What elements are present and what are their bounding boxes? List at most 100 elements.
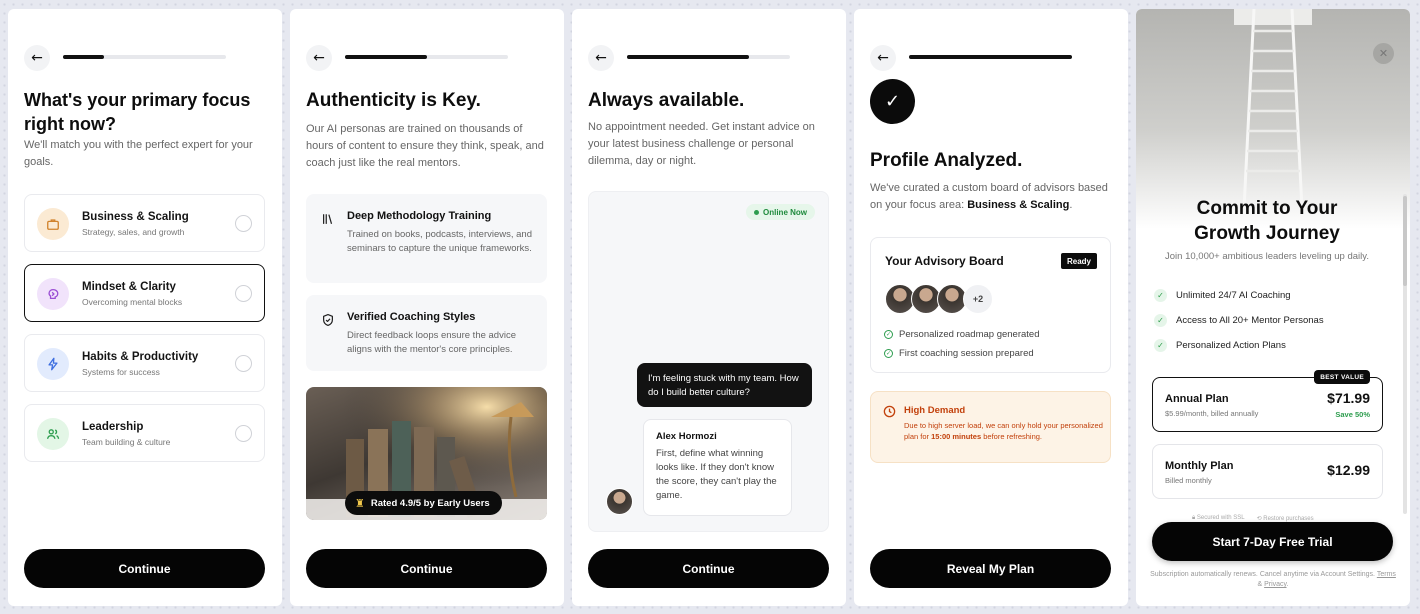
monthly-plan-option[interactable]: Monthly Plan Billed monthly $12.99 <box>1152 444 1383 499</box>
mentor-message-bubble: Alex Hormozi First, define what winning … <box>643 419 792 516</box>
legal-footer: Subscription automatically renews. Cance… <box>1150 571 1396 588</box>
terms-link[interactable]: Terms <box>1377 571 1396 578</box>
check-icon: ✓ <box>1154 339 1167 352</box>
page-title: What's your primary focus right now? <box>24 90 251 134</box>
continue-button[interactable]: Continue <box>588 549 829 588</box>
option-habits-productivity[interactable]: Habits & Productivity Systems for succes… <box>24 334 265 392</box>
reveal-plan-button[interactable]: Reveal My Plan <box>870 549 1111 588</box>
perk-item: ✓ Unlimited 24/7 AI Coaching <box>1154 289 1291 302</box>
check-circle-icon: ✓ <box>884 349 893 358</box>
profile-analyzed-screen: ← ✓ Profile Analyzed. We've curated a cu… <box>854 9 1128 606</box>
board-title: Your Advisory Board <box>885 254 1004 268</box>
alert-title: High Demand <box>904 405 966 416</box>
ready-badge: Ready <box>1060 253 1097 269</box>
perk-item: ✓ Access to All 20+ Mentor Personas <box>1154 314 1324 327</box>
option-business-scaling[interactable]: Business & Scaling Strategy, sales, and … <box>24 194 265 252</box>
plan-price: $12.99 <box>1327 462 1370 478</box>
check-icon: ✓ <box>1154 289 1167 302</box>
users-icon <box>37 418 69 450</box>
radio-button[interactable] <box>235 355 252 372</box>
continue-button[interactable]: Continue <box>24 549 265 588</box>
back-arrow-icon[interactable]: ← <box>588 45 614 71</box>
plan-price: $71.99 <box>1327 390 1370 406</box>
back-arrow-icon[interactable]: ← <box>24 45 50 71</box>
brain-icon <box>37 278 69 310</box>
option-title: Habits & Productivity <box>82 351 199 363</box>
back-arrow-icon[interactable]: ← <box>306 45 332 71</box>
rating-text: Rated 4.9/5 by Early Users <box>370 497 490 509</box>
annual-plan-option[interactable]: BEST VALUE Annual Plan $5.99/month, bill… <box>1152 370 1383 432</box>
page-subtitle: We've curated a custom board of advisors… <box>870 182 1108 211</box>
award-icon: ♜ <box>355 496 365 510</box>
option-title: Business & Scaling <box>82 211 189 223</box>
paywall-screen: ✕ Commit to Your Growth Journey Join 10,… <box>1136 9 1410 606</box>
radio-button[interactable] <box>235 285 252 302</box>
feature-title: Verified Coaching Styles <box>347 311 476 323</box>
status-badge: Online Now <box>746 204 815 220</box>
option-leadership[interactable]: Leadership Team building & culture <box>24 404 265 462</box>
save-label: Save 50% <box>1335 410 1370 419</box>
onboarding-authenticity-screen: ← Authenticity is Key. Our AI personas a… <box>290 9 564 606</box>
onboarding-focus-screen: ← What's your primary focus right now? W… <box>8 9 282 606</box>
option-mindset-clarity[interactable]: Mindset & Clarity Overcoming mental bloc… <box>24 264 265 322</box>
page-subtitle: No appointment needed. Get instant advic… <box>588 121 815 167</box>
library-icon <box>320 211 336 227</box>
option-desc: Team building & culture <box>82 437 171 447</box>
check-circle-icon: ✓ <box>884 330 893 339</box>
secure-label: 🔒︎ Secured with SSL <box>1192 515 1245 521</box>
option-title: Leadership <box>82 421 144 433</box>
mentor-avatar <box>606 488 633 515</box>
advisory-board-card: Your Advisory Board Ready +2 ✓ Personaliz… <box>870 237 1111 373</box>
checkmark-icon: ✓ <box>870 79 915 124</box>
back-arrow-icon[interactable]: ← <box>870 45 896 71</box>
chat-preview: Online Now I'm feeling stuck with my tea… <box>588 191 829 532</box>
radio-button[interactable] <box>235 425 252 442</box>
scrollbar[interactable] <box>1403 194 1407 514</box>
restore-purchases-link[interactable]: ⟲ Restore purchases <box>1257 515 1314 522</box>
progress-bar <box>909 55 1072 59</box>
checklist-item: ✓ Personalized roadmap generated <box>884 329 1040 340</box>
mentor-message: First, define what winning looks like. I… <box>656 448 777 501</box>
feature-card-coaching-styles: Verified Coaching Styles Direct feedback… <box>306 295 547 371</box>
page-title: Always available. <box>588 90 745 111</box>
option-desc: Strategy, sales, and growth <box>82 227 185 237</box>
check-icon: ✓ <box>1154 314 1167 327</box>
progress-bar <box>63 55 226 59</box>
perk-item: ✓ Personalized Action Plans <box>1154 339 1286 352</box>
feature-desc: Direct feedback loops ensure the advice … <box>347 330 516 355</box>
more-advisors-count: +2 <box>963 284 993 314</box>
lightning-icon <box>37 348 69 380</box>
alert-timer: 15:00 minutes <box>931 432 982 441</box>
plan-desc: Billed monthly <box>1165 476 1212 485</box>
start-trial-button[interactable]: Start 7-Day Free Trial <box>1152 522 1393 561</box>
privacy-link[interactable]: Privacy <box>1264 581 1286 588</box>
radio-button[interactable] <box>235 215 252 232</box>
page-subtitle: Our AI personas are trained on thousands… <box>306 123 544 169</box>
continue-button[interactable]: Continue <box>306 549 547 588</box>
user-message-bubble: I'm feeling stuck with my team. How do I… <box>637 363 812 407</box>
progress-bar <box>627 55 790 59</box>
page-title: Authenticity is Key. <box>306 90 481 111</box>
plan-name: Annual Plan <box>1165 393 1229 405</box>
option-desc: Overcoming mental blocks <box>82 297 183 307</box>
page-title: Profile Analyzed. <box>870 150 1023 171</box>
page-subtitle: We'll match you with the perfect expert … <box>24 139 253 168</box>
feature-card-methodology: Deep Methodology Training Trained on boo… <box>306 194 547 283</box>
shield-check-icon <box>320 312 336 328</box>
briefcase-icon <box>37 208 69 240</box>
close-icon[interactable]: ✕ <box>1373 43 1394 64</box>
paywall-title: Commit to Your Growth Journey <box>1194 198 1340 244</box>
alert-message: Due to high server load, we can only hol… <box>904 421 1103 441</box>
rating-badge: ♜ Rated 4.9/5 by Early Users <box>345 491 502 515</box>
checklist-item: ✓ First coaching session prepared <box>884 348 1034 359</box>
option-desc: Systems for success <box>82 367 160 377</box>
online-dot-icon <box>754 209 759 215</box>
best-value-badge: BEST VALUE <box>1314 370 1370 384</box>
status-text: Online Now <box>763 207 807 217</box>
books-lamp-image: ♜ Rated 4.9/5 by Early Users <box>306 387 547 520</box>
clock-icon <box>883 405 896 423</box>
onboarding-availability-screen: ← Always available. No appointment neede… <box>572 9 846 606</box>
focus-area: Business & Scaling <box>967 198 1070 211</box>
high-demand-alert: High Demand Due to high server load, we … <box>870 391 1111 463</box>
plan-name: Monthly Plan <box>1165 460 1234 472</box>
